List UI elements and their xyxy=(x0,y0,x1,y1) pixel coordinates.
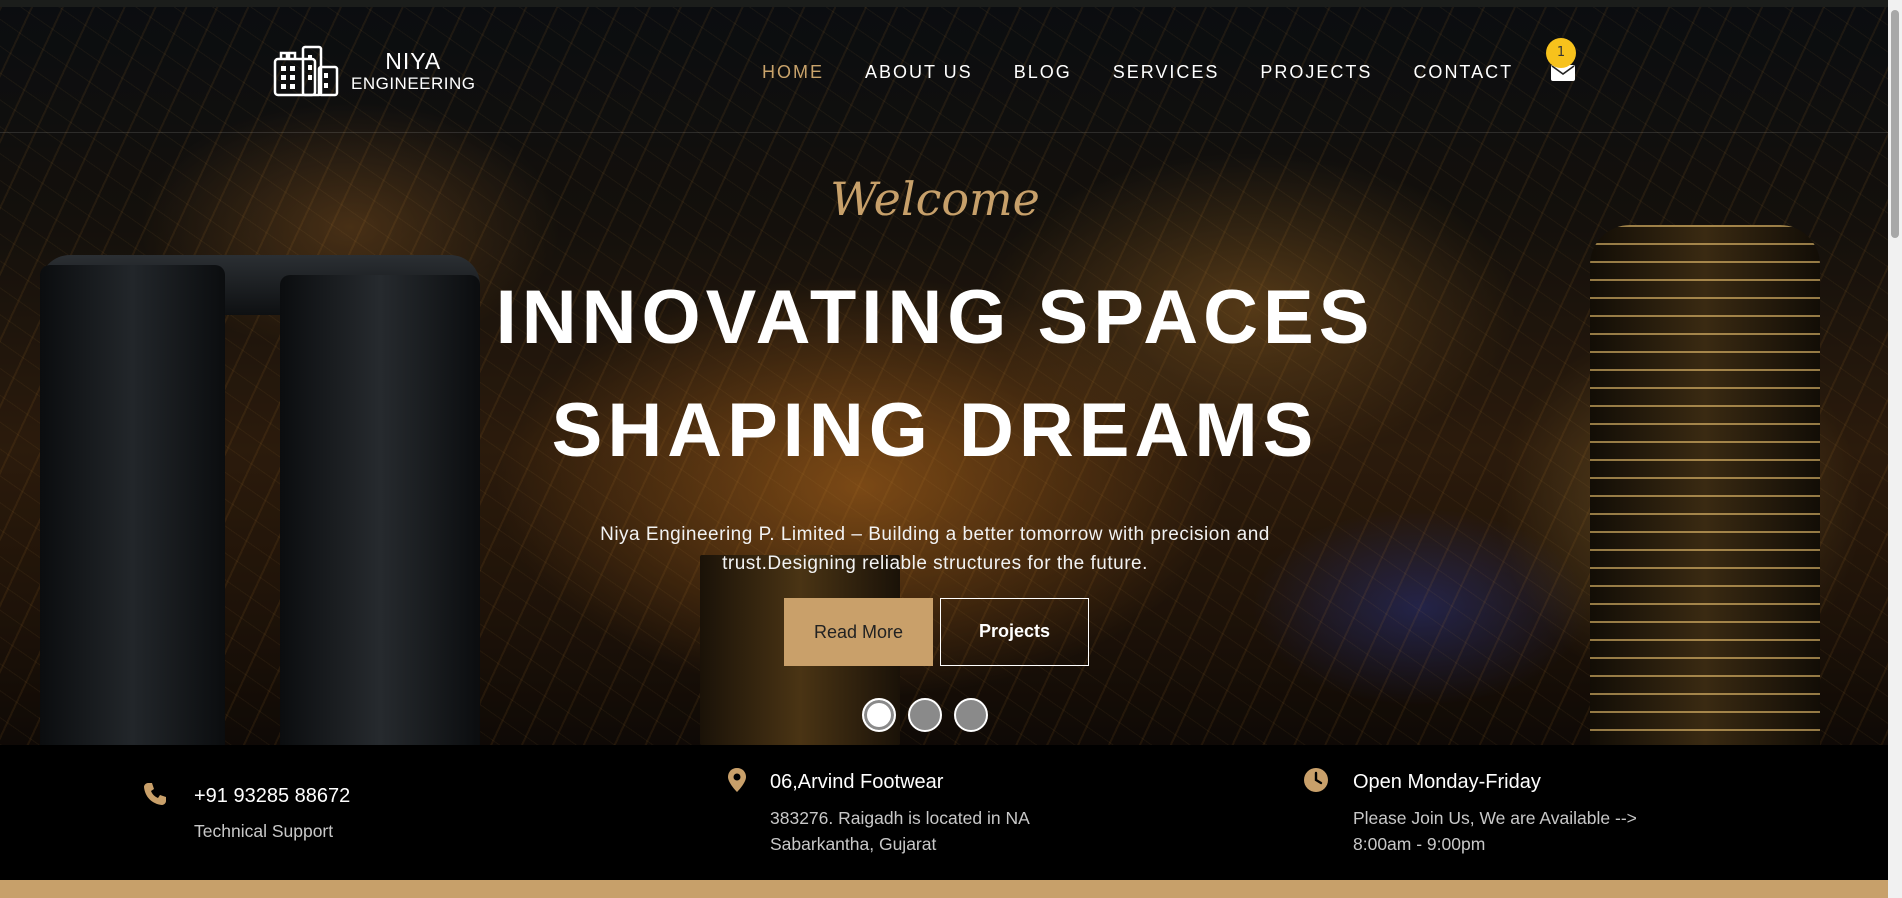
slider-dot-3[interactable] xyxy=(954,698,988,732)
map-pin-icon xyxy=(728,768,746,792)
hero-content: Welcome INNOVATING SPACES SHAPING DREAMS… xyxy=(0,0,1890,745)
address-line-2: Sabarkantha, Gujarat xyxy=(770,834,937,854)
welcome-script: Welcome xyxy=(830,172,1040,226)
slider-dot-1[interactable] xyxy=(862,698,896,732)
scrollbar-thumb[interactable] xyxy=(1891,10,1899,238)
page-scrollbar[interactable] xyxy=(1888,0,1902,898)
hero-headline-line-1: INNOVATING SPACES xyxy=(495,275,1375,360)
projects-button[interactable]: Projects xyxy=(940,598,1089,666)
hours-line-2: 8:00am - 9:00pm xyxy=(1353,834,1486,854)
hero-subtitle: Niya Engineering P. Limited – Building a… xyxy=(600,524,1270,574)
phone-icon xyxy=(144,783,166,805)
clock-icon xyxy=(1304,768,1328,792)
hours-line-1: Please Join Us, We are Available --> xyxy=(1353,808,1637,828)
address-title: 06,Arvind Footwear xyxy=(770,771,944,793)
contact-info-bar: +91 93285 88672 Technical Support 06,Arv… xyxy=(0,745,1890,880)
phone-caption: Technical Support xyxy=(194,821,334,841)
read-more-button[interactable]: Read More xyxy=(784,598,933,666)
accent-footer-strip xyxy=(0,880,1890,898)
slider-dots xyxy=(862,698,1000,732)
slider-dot-2[interactable] xyxy=(908,698,942,732)
phone-number[interactable]: +91 93285 88672 xyxy=(194,785,350,808)
address-line-1: 383276. Raigadh is located in NA xyxy=(770,808,1030,828)
mail-count-badge: 1 xyxy=(1546,38,1576,68)
hero-headline-line-2: SHAPING DREAMS xyxy=(551,388,1319,473)
hours-title: Open Monday-Friday xyxy=(1353,771,1541,793)
